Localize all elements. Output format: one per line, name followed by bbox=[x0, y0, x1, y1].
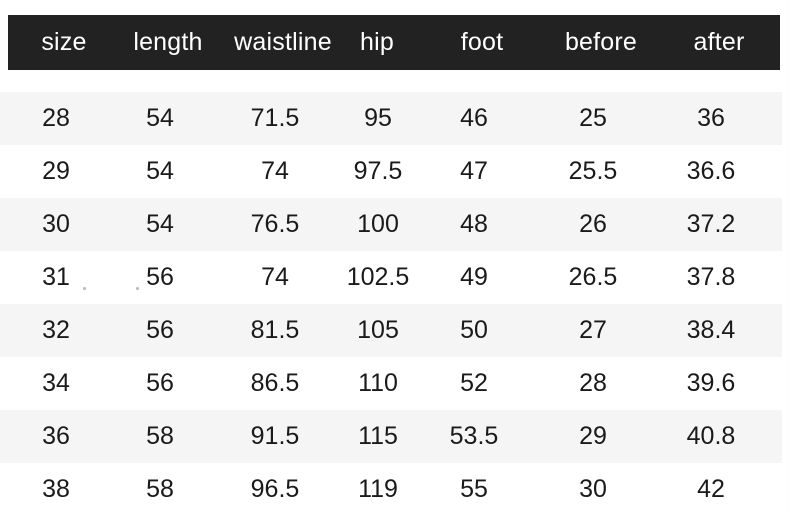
cell-size: 36 bbox=[42, 422, 70, 450]
cell-length: 56 bbox=[146, 263, 174, 291]
cell-foot: 49 bbox=[460, 263, 488, 291]
cell-hip: 105 bbox=[357, 316, 399, 344]
cell-size: 30 bbox=[42, 210, 70, 238]
cell-before: 25 bbox=[579, 104, 607, 132]
table-body: 28 54 71.5 95 46 25 36 29 54 74 97.5 47 … bbox=[0, 92, 784, 516]
cell-before: 30 bbox=[579, 475, 607, 503]
table-row: 32 56 81.5 105 50 27 38.4 bbox=[0, 304, 782, 357]
cell-hip: 102.5 bbox=[346, 263, 410, 291]
cell-after: 36.6 bbox=[686, 157, 736, 185]
cell-size: 32 bbox=[42, 316, 70, 344]
cell-foot: 55 bbox=[460, 475, 488, 503]
scan-speck-artifact bbox=[83, 287, 86, 290]
cell-waistline: 74 bbox=[261, 263, 289, 291]
cell-length: 54 bbox=[146, 210, 174, 238]
cell-size: 31 bbox=[42, 263, 70, 291]
cell-length: 58 bbox=[146, 475, 174, 503]
cell-foot: 53.5 bbox=[449, 422, 499, 450]
cell-size: 29 bbox=[42, 157, 70, 185]
cell-after: 36 bbox=[697, 104, 725, 132]
cell-hip: 119 bbox=[358, 475, 398, 503]
table-header-row: size length waistline hip foot before af… bbox=[8, 15, 780, 70]
cell-hip: 110 bbox=[358, 369, 398, 397]
table-row: 36 58 91.5 115 53.5 29 40.8 bbox=[0, 410, 782, 463]
cell-after: 42 bbox=[697, 475, 725, 503]
scan-speck-artifact bbox=[136, 287, 139, 290]
column-header-after: after bbox=[693, 28, 745, 56]
table-row: 38 58 96.5 119 55 30 42 bbox=[0, 463, 782, 516]
cell-length: 56 bbox=[146, 316, 174, 344]
cell-foot: 46 bbox=[460, 104, 488, 132]
table-row: 31 56 74 102.5 49 26.5 37.8 bbox=[0, 251, 782, 304]
cell-waistline: 71.5 bbox=[250, 104, 300, 132]
cell-before: 28 bbox=[579, 369, 607, 397]
cell-waistline: 74 bbox=[261, 157, 289, 185]
cell-before: 27 bbox=[579, 316, 607, 344]
cell-foot: 48 bbox=[460, 210, 488, 238]
cell-waistline: 91.5 bbox=[250, 422, 300, 450]
cell-length: 54 bbox=[146, 104, 174, 132]
cell-size: 28 bbox=[42, 104, 70, 132]
cell-hip: 97.5 bbox=[353, 157, 403, 185]
cell-before: 26.5 bbox=[568, 263, 618, 291]
cell-hip: 95 bbox=[364, 104, 392, 132]
cell-waistline: 96.5 bbox=[250, 475, 300, 503]
table-row: 30 54 76.5 100 48 26 37.2 bbox=[0, 198, 782, 251]
column-header-length: length bbox=[133, 28, 203, 56]
cell-foot: 47 bbox=[460, 157, 488, 185]
cell-hip: 115 bbox=[358, 422, 398, 450]
cell-after: 37.2 bbox=[686, 210, 736, 238]
table-row: 28 54 71.5 95 46 25 36 bbox=[0, 92, 782, 145]
cell-waistline: 86.5 bbox=[250, 369, 300, 397]
cell-length: 58 bbox=[146, 422, 174, 450]
cell-length: 56 bbox=[146, 369, 174, 397]
cell-waistline: 81.5 bbox=[250, 316, 300, 344]
cell-waistline: 76.5 bbox=[250, 210, 300, 238]
cell-before: 25.5 bbox=[568, 157, 618, 185]
column-header-size: size bbox=[41, 28, 87, 56]
cell-after: 40.8 bbox=[686, 422, 736, 450]
cell-after: 39.6 bbox=[686, 369, 736, 397]
column-header-before: before bbox=[564, 28, 638, 56]
table-row: 29 54 74 97.5 47 25.5 36.6 bbox=[0, 145, 782, 198]
cell-length: 54 bbox=[146, 157, 174, 185]
cell-before: 29 bbox=[579, 422, 607, 450]
cell-size: 34 bbox=[42, 369, 70, 397]
column-header-foot: foot bbox=[460, 28, 504, 56]
column-header-hip: hip bbox=[360, 28, 394, 56]
cell-foot: 50 bbox=[460, 316, 488, 344]
cell-after: 37.8 bbox=[686, 263, 736, 291]
cell-before: 26 bbox=[579, 210, 607, 238]
cell-after: 38.4 bbox=[686, 316, 736, 344]
cell-hip: 100 bbox=[357, 210, 399, 238]
column-header-waistline: waistline bbox=[234, 28, 332, 56]
size-chart-page: size length waistline hip foot before af… bbox=[0, 0, 790, 516]
cell-size: 38 bbox=[42, 475, 70, 503]
table-row: 34 56 86.5 110 52 28 39.6 bbox=[0, 357, 782, 410]
cell-foot: 52 bbox=[460, 369, 488, 397]
